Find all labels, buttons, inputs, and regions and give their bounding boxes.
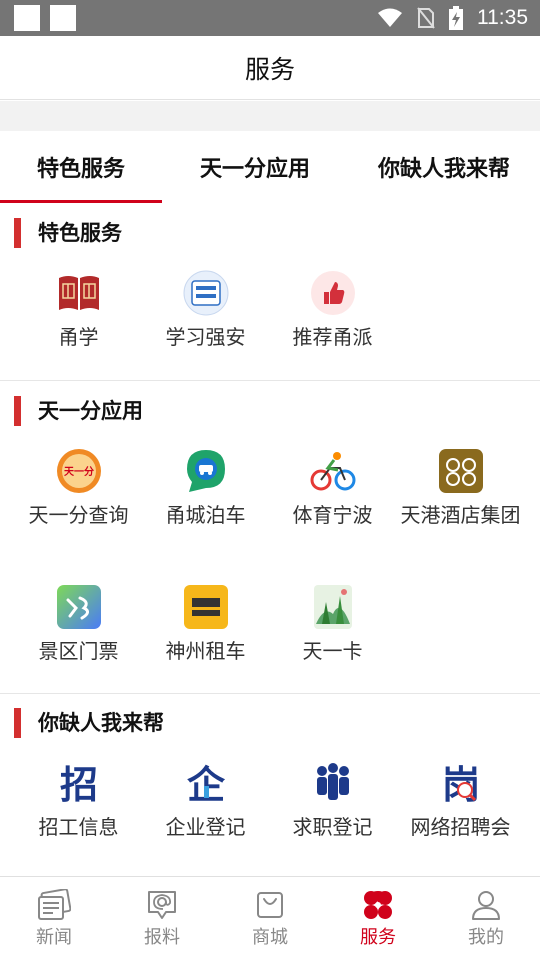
app-item-tianyifen-query[interactable]: 天一分 天一分查询: [15, 448, 142, 528]
thumbs-up-icon: [310, 271, 355, 315]
active-tab-indicator: [0, 200, 162, 203]
section-title: 你缺人我来帮: [38, 710, 164, 735]
book-icon: [58, 276, 99, 310]
tianyifen-icon: 天一分: [56, 449, 101, 493]
parking-icon: [186, 450, 225, 492]
enterprise-icon: 企: [186, 763, 225, 806]
app-item-scenic-tickets[interactable]: 景区门票: [15, 584, 142, 664]
nav-report[interactable]: 报料: [108, 877, 216, 960]
svg-text:企: 企: [186, 763, 225, 806]
nav-service[interactable]: 服务: [324, 877, 432, 960]
section-marker: [14, 396, 21, 426]
title-bar: 服务: [0, 36, 540, 100]
service-item-yongxue[interactable]: 甬学: [15, 270, 142, 350]
section-featured-services: 特色服务 甬学 学习强安 推荐甬派: [0, 218, 540, 378]
service-icon: [364, 891, 392, 919]
online-fair-icon: 岗: [441, 763, 479, 806]
battery-charging-icon: [449, 6, 463, 30]
shop-icon: [257, 892, 283, 918]
card-icon: [313, 585, 352, 629]
section-divider: [0, 380, 540, 381]
hotel-icon: [438, 449, 483, 493]
section-divider: [0, 693, 540, 694]
app-item-tiangang-hotel[interactable]: 天港酒店集团: [397, 448, 524, 528]
notification-icon: [14, 5, 40, 31]
car-rental-icon: [183, 585, 228, 629]
job-seeker-icon: [316, 763, 349, 800]
page-title: 服务: [244, 54, 295, 84]
section-title: 特色服务: [38, 220, 122, 245]
section-title: 天一分应用: [38, 398, 143, 423]
svg-text:天一分: 天一分: [64, 465, 94, 478]
ticket-icon: [56, 585, 101, 629]
cycling-icon: [310, 452, 355, 491]
bottom-navigation: 新闻 报料 商城 服务 我的: [0, 876, 540, 960]
help-item-recruitment-info[interactable]: 招 招工信息: [15, 760, 142, 840]
help-item-job-seeker-registration[interactable]: 求职登记: [269, 760, 396, 840]
news-icon: [38, 889, 71, 920]
service-item-study-safety[interactable]: 学习强安: [142, 270, 269, 350]
report-icon: [148, 891, 176, 919]
clock: 11:35: [477, 6, 528, 29]
notification-icon: [50, 5, 76, 31]
svg-text:招: 招: [59, 763, 97, 806]
section-marker: [14, 708, 21, 738]
section-marker: [14, 218, 21, 248]
app-item-tianyi-card[interactable]: 天一卡: [269, 584, 396, 664]
nav-news[interactable]: 新闻: [0, 877, 108, 960]
tab-recruitment-help[interactable]: 你缺人我来帮: [348, 131, 540, 203]
app-item-sports-ningbo[interactable]: 体育宁波: [269, 448, 396, 528]
section-recruitment-help: 你缺人我来帮 招 招工信息 企 企业登记 求职登记 岗 网络招聘会: [0, 708, 540, 873]
tab-tianyifen-apps[interactable]: 天一分应用: [162, 131, 348, 203]
nav-profile[interactable]: 我的: [432, 877, 540, 960]
recruit-icon: 招: [59, 763, 97, 806]
nav-shop[interactable]: 商城: [216, 877, 324, 960]
tab-featured-services[interactable]: 特色服务: [0, 131, 162, 203]
help-item-online-job-fair[interactable]: 岗 网络招聘会: [397, 760, 524, 840]
app-item-parking[interactable]: 甬城泊车: [142, 448, 269, 528]
help-item-enterprise-registration[interactable]: 企 企业登记: [142, 760, 269, 840]
app-item-car-rental[interactable]: 神州租车: [142, 584, 269, 664]
tab-bar: 特色服务 天一分应用 你缺人我来帮: [0, 131, 540, 203]
wifi-icon: [378, 8, 402, 27]
study-safety-icon: [183, 270, 228, 316]
profile-icon: [472, 891, 500, 920]
status-bar: 11:35: [0, 0, 540, 36]
section-tianyifen-apps: 天一分应用 天一分 天一分查询 甬城泊车 体育宁波 天港酒店集团 景区门票 神州…: [0, 396, 540, 692]
divider-gap: [0, 101, 540, 131]
service-item-recommend-yongpai[interactable]: 推荐甬派: [269, 270, 396, 350]
no-sim-icon: [417, 7, 435, 29]
